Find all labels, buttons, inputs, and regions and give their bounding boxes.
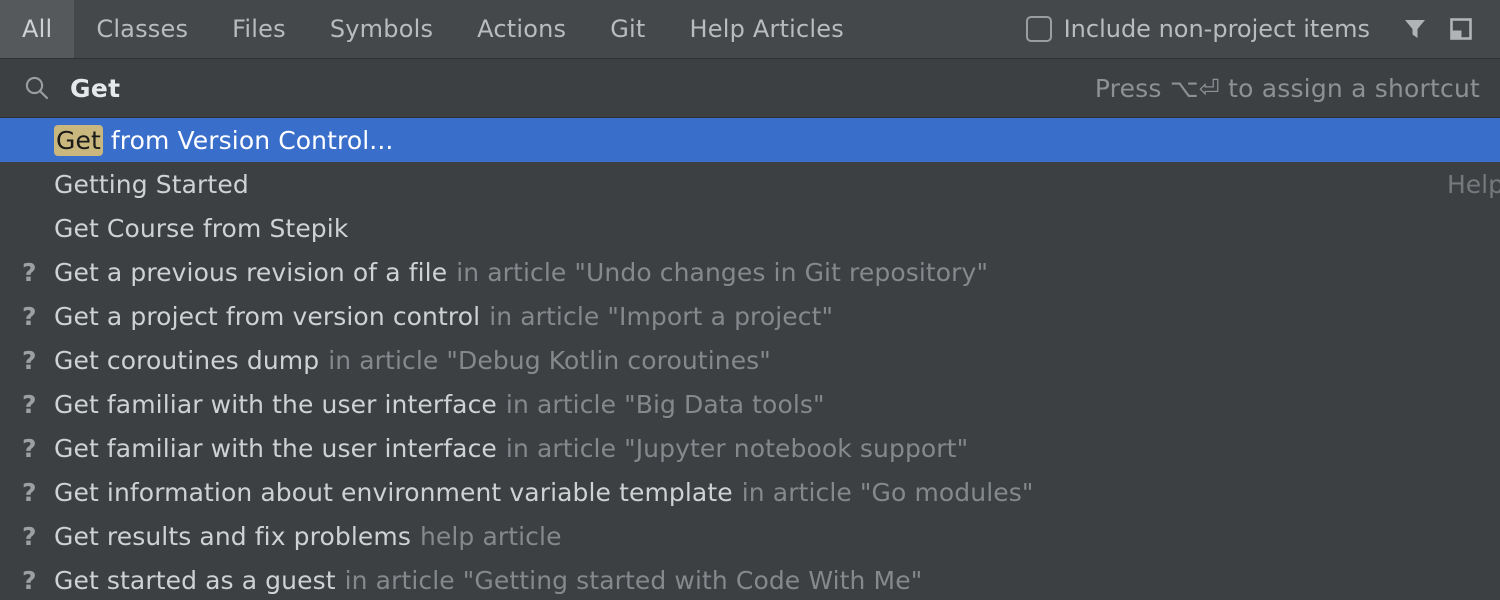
result-title: Get a previous revision of a file <box>54 258 447 287</box>
tab-label: All <box>22 15 52 43</box>
result-row[interactable]: ?Get started as a guest in article "Getti… <box>0 558 1500 600</box>
result-row[interactable]: Getting Started Help <box>0 162 1500 206</box>
shortcut-hint-prefix: Press <box>1095 74 1170 103</box>
question-mark-icon: ? <box>22 478 48 507</box>
result-title: Get from Version Control... <box>54 126 393 155</box>
filter-funnel-icon[interactable] <box>1392 6 1438 52</box>
shortcut-hint: Press ⌥⏎ to assign a shortcut <box>1095 74 1480 103</box>
preview-panel-icon[interactable] <box>1438 6 1484 52</box>
tab-label: Files <box>232 15 286 43</box>
tab-label: Help Articles <box>690 15 844 43</box>
result-row[interactable]: ?Get coroutines dump in article "Debug Ko… <box>0 338 1500 382</box>
question-mark-icon: ? <box>22 302 48 331</box>
result-group-label: Help <box>1427 170 1500 199</box>
tab-all[interactable]: All <box>0 0 74 58</box>
search-input[interactable]: Get <box>70 74 120 103</box>
tab-label: Git <box>610 15 645 43</box>
tab-classes[interactable]: Classes <box>74 0 210 58</box>
checkbox-box[interactable] <box>1026 16 1052 42</box>
search-bar[interactable]: Get Press ⌥⏎ to assign a shortcut <box>0 59 1500 118</box>
search-icon <box>22 73 52 103</box>
result-title: Get familiar with the user interface <box>54 434 497 463</box>
tab-actions[interactable]: Actions <box>455 0 588 58</box>
shortcut-hint-keys: ⌥⏎ <box>1170 74 1220 103</box>
question-mark-icon: ? <box>22 434 48 463</box>
tab-git[interactable]: Git <box>588 0 667 58</box>
result-row[interactable]: ?Get familiar with the user interface in … <box>0 382 1500 426</box>
tab-bar-actions: Include non-project items <box>1026 0 1500 58</box>
result-row[interactable]: ?Get information about environment varia… <box>0 470 1500 514</box>
match-highlight: Get <box>54 125 103 156</box>
include-non-project-items-label: Include non-project items <box>1064 15 1370 43</box>
result-subtitle: in article "Debug Kotlin coroutines" <box>328 346 771 375</box>
result-title-text: from Version Control... <box>103 126 394 155</box>
result-title: Get Course from Stepik <box>54 214 348 243</box>
result-subtitle: in article "Getting started with Code Wi… <box>345 566 923 595</box>
tab-label: Classes <box>96 15 188 43</box>
result-title: Get familiar with the user interface <box>54 390 497 419</box>
question-mark-icon: ? <box>22 258 48 287</box>
tab-list: All Classes Files Symbols Actions Git Help Art… <box>0 0 866 58</box>
result-subtitle: in article "Go modules" <box>742 478 1034 507</box>
result-row[interactable]: ?Get a previous revision of a file in art… <box>0 250 1500 294</box>
tab-label: Actions <box>477 15 566 43</box>
question-mark-icon: ? <box>22 522 48 551</box>
result-title: Get coroutines dump <box>54 346 319 375</box>
tab-bar: All Classes Files Symbols Actions Git Help Art… <box>0 0 1500 59</box>
result-row[interactable]: Get Course from Stepik <box>0 206 1500 250</box>
result-title: Get a project from version control <box>54 302 480 331</box>
result-row[interactable]: Get from Version Control... <box>0 118 1500 162</box>
result-title: Getting Started <box>54 170 249 199</box>
tab-files[interactable]: Files <box>210 0 308 58</box>
result-title: Get information about environment variab… <box>54 478 733 507</box>
result-subtitle: help article <box>420 522 562 551</box>
include-non-project-items-checkbox[interactable]: Include non-project items <box>1026 15 1370 43</box>
result-title: Get results and fix problems <box>54 522 411 551</box>
result-subtitle: in article "Import a project" <box>489 302 833 331</box>
search-everywhere-dialog: All Classes Files Symbols Actions Git Help Art… <box>0 0 1500 600</box>
result-row[interactable]: ?Get a project from version control in ar… <box>0 294 1500 338</box>
result-row[interactable]: ?Get familiar with the user interface in … <box>0 426 1500 470</box>
question-mark-icon: ? <box>22 346 48 375</box>
result-row[interactable]: ?Get results and fix problems help articl… <box>0 514 1500 558</box>
shortcut-hint-suffix: to assign a shortcut <box>1220 74 1480 103</box>
result-subtitle: in article "Big Data tools" <box>506 390 825 419</box>
tab-symbols[interactable]: Symbols <box>308 0 455 58</box>
tab-label: Symbols <box>330 15 433 43</box>
question-mark-icon: ? <box>22 566 48 595</box>
result-title: Get started as a guest <box>54 566 336 595</box>
result-subtitle: in article "Undo changes in Git reposito… <box>456 258 988 287</box>
result-subtitle: in article "Jupyter notebook support" <box>506 434 968 463</box>
question-mark-icon: ? <box>22 390 48 419</box>
results-list[interactable]: Get from Version Control... Getting Start… <box>0 118 1500 600</box>
tab-help-articles[interactable]: Help Articles <box>668 0 866 58</box>
